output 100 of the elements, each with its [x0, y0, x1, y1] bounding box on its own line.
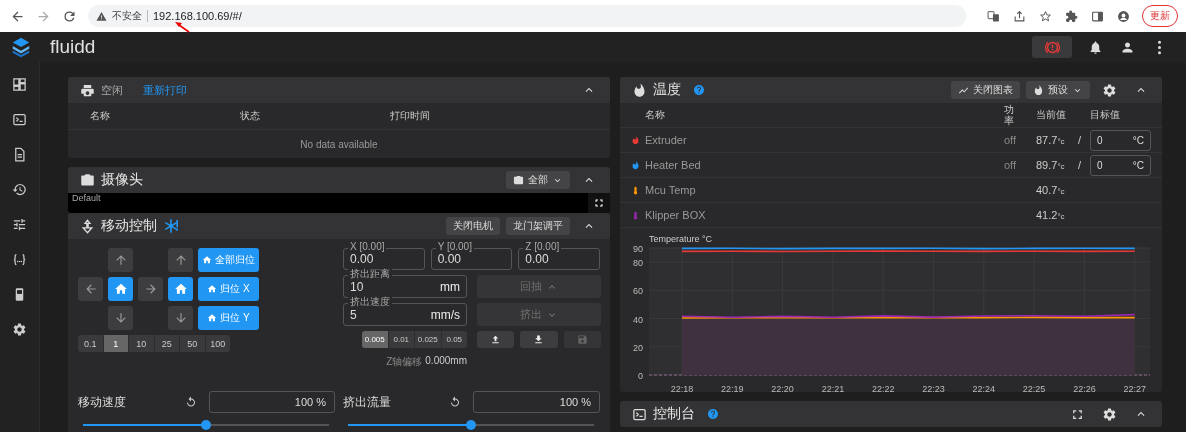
jog-button[interactable] — [168, 248, 193, 272]
home-icon — [207, 284, 218, 294]
column-header: 目标值 — [1090, 108, 1121, 122]
sliders-icon — [12, 216, 27, 232]
x-tick-label: 22:23 — [922, 384, 945, 392]
column-header: 打印时间 — [390, 109, 431, 123]
y-tick-label: 80 — [633, 258, 643, 269]
factor-label: 挤出流量 — [343, 393, 392, 411]
x-tick-label: 22:27 — [1123, 384, 1146, 392]
slider[interactable] — [83, 420, 329, 430]
slider-thumb[interactable] — [201, 420, 211, 430]
presets-button[interactable]: 预设 — [1026, 81, 1090, 99]
step-button[interactable]: 0.1 — [78, 335, 104, 352]
power-value: off — [1004, 159, 1018, 171]
upload-icon — [490, 334, 502, 345]
camera-icon — [80, 172, 95, 188]
home-icon — [113, 282, 128, 296]
x-tick-label: 22:22 — [871, 384, 895, 392]
target-field[interactable]: 0 °C — [1090, 154, 1151, 176]
jog-button[interactable] — [138, 277, 163, 301]
current-temperature: 41.2°c — [1036, 209, 1066, 221]
card-title: 摄像头 — [101, 171, 143, 189]
factor-label: 移动速度 — [78, 393, 127, 411]
slider[interactable] — [348, 420, 594, 430]
flame-icon — [1033, 84, 1044, 96]
step-button[interactable]: 0.025 — [415, 331, 442, 348]
header-button[interactable]: 龙门架调平 — [506, 217, 570, 235]
percent-field[interactable]: 100 % — [209, 391, 335, 413]
emergency-stop-button[interactable] — [1032, 36, 1072, 58]
slider-thumb[interactable] — [466, 420, 476, 430]
column-header: 当前值 — [1036, 108, 1067, 122]
printer-icon — [80, 82, 95, 98]
flame-icon — [632, 82, 647, 98]
file-icon — [12, 146, 27, 162]
fan-warning-icon — [163, 218, 179, 234]
star-icon — [1038, 9, 1052, 23]
x-tick-label: 22:21 — [821, 384, 845, 392]
z-down-button[interactable] — [520, 331, 558, 348]
x-tick-label: 22:25 — [1022, 384, 1046, 392]
fullscreen-button[interactable] — [588, 193, 610, 213]
chart-title: Temperature °C — [649, 234, 713, 244]
jog-button[interactable] — [168, 306, 193, 330]
avatar-icon — [1116, 9, 1130, 23]
jog-button[interactable] — [108, 248, 133, 272]
dashboard-icon — [12, 76, 27, 92]
current-temperature: 87.7°c — [1036, 134, 1066, 146]
current-temperature: 89.7°c — [1036, 159, 1066, 171]
step-button[interactable]: 1 — [103, 335, 129, 352]
separator: / — [1078, 159, 1083, 171]
z-up-button[interactable] — [477, 331, 515, 348]
home-icon — [207, 313, 218, 323]
save-icon — [576, 334, 588, 345]
card-title: 控制台 — [653, 405, 695, 423]
jog-button[interactable] — [78, 277, 103, 301]
step-button[interactable]: 0.05 — [441, 331, 467, 348]
reprint-button[interactable]: 重新打印 — [143, 82, 187, 98]
step-button[interactable]: 25 — [154, 335, 180, 352]
step-button[interactable]: 10 — [129, 335, 155, 352]
field-label: 挤出距离 — [348, 269, 392, 279]
separator: / — [1078, 134, 1083, 146]
settings-icon — [1101, 406, 1117, 422]
step-button[interactable]: 0.01 — [388, 331, 415, 348]
logo-icon — [10, 36, 32, 58]
sensor-name: Mcu Temp — [645, 184, 697, 196]
column-header: 名称 — [645, 108, 666, 122]
power-value: off — [1004, 134, 1018, 146]
header-button[interactable]: 关闭电机 — [446, 217, 500, 235]
help-icon — [707, 408, 719, 420]
address-bar[interactable]: 不安全 192.168.100.69/#/ — [88, 5, 966, 27]
card-title: 温度 — [653, 81, 681, 99]
chart-toggle-button[interactable]: 关闭图表 — [951, 81, 1020, 99]
field-label: Z [0.00] — [523, 242, 562, 252]
braces-icon — [12, 251, 27, 267]
x-tick-label: 22:19 — [721, 384, 744, 392]
step-button[interactable]: 100 — [205, 335, 230, 352]
jog-button[interactable] — [108, 306, 133, 330]
column-header: 名称 — [90, 109, 111, 123]
share-icon — [1012, 9, 1026, 23]
step-button[interactable]: 50 — [180, 335, 206, 352]
camera-icon — [513, 174, 524, 186]
y-tick-label: 90 — [633, 244, 643, 254]
home-button[interactable] — [108, 277, 133, 301]
camera-menu-button[interactable]: 全部 — [506, 171, 570, 189]
arrow-icon — [80, 218, 95, 234]
app-title: fluidd — [50, 36, 96, 58]
console-icon — [12, 111, 27, 127]
sensor-name: Heater Bed — [645, 159, 702, 171]
home-icon — [202, 255, 212, 265]
y-tick-label: 0 — [638, 371, 643, 381]
annotation-arrow — [174, 21, 190, 33]
home-button[interactable] — [168, 277, 193, 301]
target-field[interactable]: 0 °C — [1090, 129, 1151, 151]
y-tick-label: 40 — [633, 314, 643, 325]
console-icon — [632, 406, 647, 422]
y-tick-label: 20 — [633, 342, 643, 353]
z-offset-label: Z轴偏移 — [386, 355, 423, 369]
step-button[interactable]: 0.005 — [362, 331, 389, 348]
sensor-name: Klipper BOX — [645, 209, 707, 221]
percent-field[interactable]: 100 % — [473, 391, 600, 413]
x-tick-label: 22:26 — [1073, 384, 1096, 392]
